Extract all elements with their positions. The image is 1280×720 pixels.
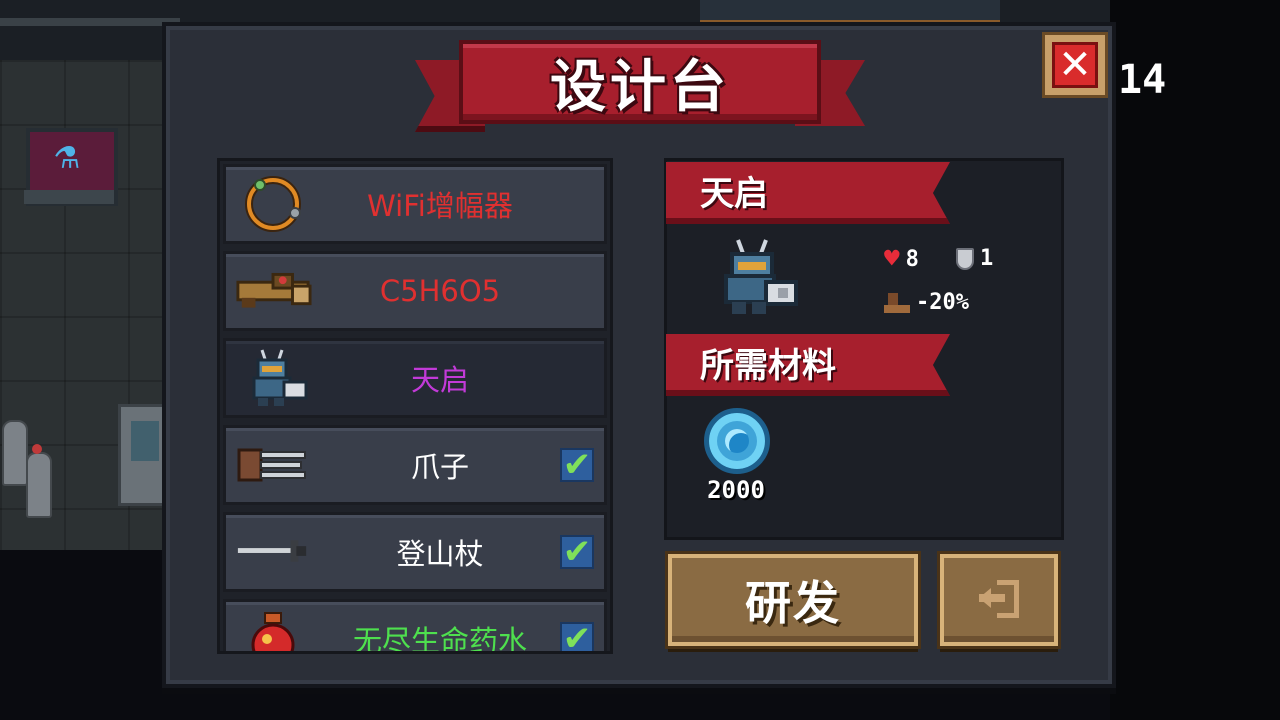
boot-icon — [884, 292, 910, 313]
potion-icon: ⚗ — [53, 141, 81, 176]
dark-area — [1110, 0, 1280, 720]
gas-tank — [26, 452, 52, 518]
robot-knight-icon — [234, 349, 312, 407]
blue-gem-icon — [704, 408, 770, 474]
item-name: 爪子 — [410, 450, 469, 484]
shield-icon — [956, 247, 974, 270]
hp-value: 8 — [905, 246, 919, 272]
item-name: WiFi增幅器 — [367, 189, 513, 223]
cannon-icon — [234, 262, 312, 320]
unlocked-check-icon: ✔ — [560, 448, 594, 482]
pickaxe-icon — [234, 523, 312, 581]
armor-stat: 1 — [956, 246, 993, 271]
list-item[interactable]: 登山杖 ✔ — [223, 512, 607, 592]
research-button-label: 研发 — [745, 576, 841, 630]
item-name: 无尽生命药水 — [352, 624, 527, 654]
hp-stat: ♥ 8 — [884, 246, 919, 272]
list-item-selected[interactable]: 天启 — [223, 338, 607, 418]
exit-icon — [979, 580, 1019, 620]
list-item[interactable]: C5H6O5 — [223, 251, 607, 331]
hud-counter: 14 — [1118, 57, 1167, 103]
selected-item-name: 天启 — [700, 173, 768, 214]
ring-icon — [234, 175, 312, 233]
heart-icon: ♥ — [884, 244, 900, 274]
item-name: 登山杖 — [396, 537, 484, 571]
gas-tank — [2, 420, 28, 486]
robot-knight-icon — [704, 238, 804, 322]
ceiling-decoration — [700, 0, 1000, 23]
materials-ribbon: 所需材料 — [666, 334, 950, 396]
exit-button[interactable] — [940, 554, 1058, 646]
speed-stat: -20% — [884, 290, 969, 315]
item-name: 天启 — [410, 363, 469, 397]
title-banner: 设计台 — [415, 38, 865, 138]
list-item[interactable]: 爪子 ✔ — [223, 425, 607, 505]
claw-icon — [234, 436, 312, 494]
unlocked-check-icon: ✔ — [560, 535, 594, 569]
dialog-title: 设计台 — [550, 54, 730, 120]
armor-value: 1 — [980, 246, 994, 271]
research-button[interactable]: 研发 — [668, 554, 918, 646]
speed-value: -20% — [916, 290, 969, 315]
close-icon: ✕ — [1052, 42, 1098, 88]
list-item[interactable]: 无尽生命药水 ✔ — [223, 599, 607, 654]
material-count: 2000 — [707, 476, 765, 504]
close-button[interactable]: ✕ — [1042, 32, 1108, 98]
red-potion-icon — [234, 610, 312, 651]
item-name-ribbon: 天启 — [666, 162, 950, 224]
list-item[interactable]: WiFi增幅器 — [223, 164, 607, 244]
item-name: C5H6O5 — [379, 274, 501, 308]
materials-title: 所需材料 — [700, 345, 836, 386]
unlocked-check-icon: ✔ — [560, 622, 594, 651]
blueprint-list[interactable]: WiFi增幅器 C5H6O5 天启 爪子 ✔ 登山杖 ✔ 无尽生命药水 ✔ — [217, 158, 613, 654]
